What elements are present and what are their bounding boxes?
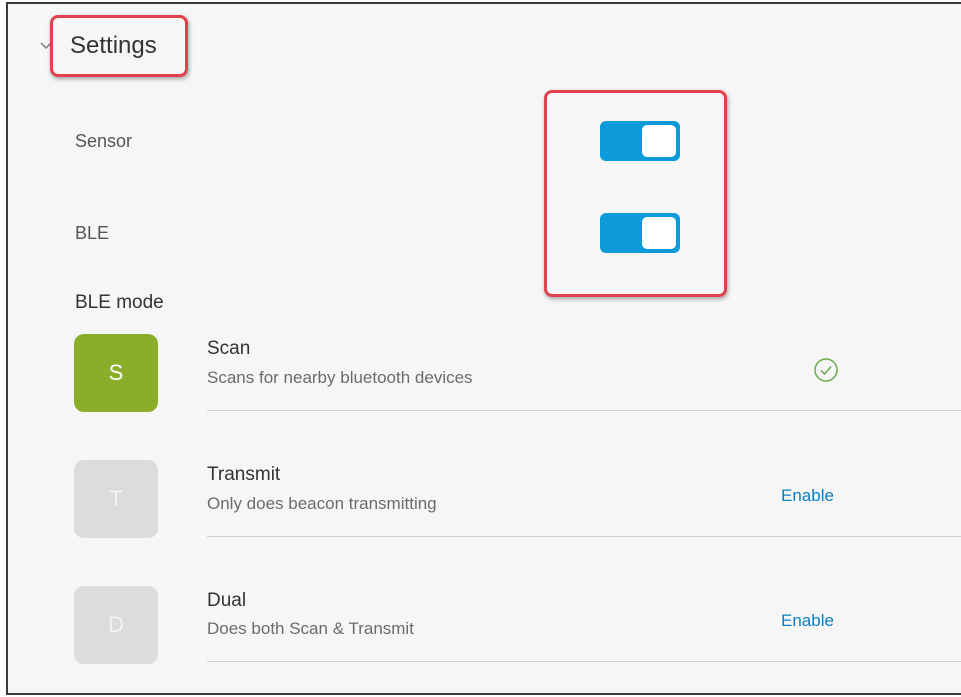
row-divider [207,536,961,537]
mode-name-transmit: Transmit [207,464,281,485]
mode-description-dual: Does both Scan & Transmit [207,619,414,638]
mode-description-transmit: Only does beacon transmitting [207,494,437,513]
mode-avatar-dual: D [74,586,158,664]
ble-mode-heading: BLE mode [75,292,164,313]
row-divider [207,410,961,411]
toggle-knob [642,125,676,157]
row-divider [207,661,961,662]
section-title[interactable]: Settings [70,31,157,61]
mode-name-dual: Dual [207,590,247,611]
ble-label: BLE [75,223,110,243]
mode-name-scan: Scan [207,338,251,359]
check-circle-icon [813,357,839,383]
toggle-knob [642,217,676,249]
settings-panel: Settings Sensor BLE BLE mode S Scan Scan… [6,2,961,695]
enable-dual-link[interactable]: Enable [781,611,834,631]
ble-toggle[interactable] [600,213,680,253]
enable-transmit-link[interactable]: Enable [781,486,834,506]
chevron-down-icon[interactable] [38,37,54,53]
sensor-label: Sensor [75,131,133,151]
mode-avatar-scan: S [74,334,158,412]
sensor-toggle[interactable] [600,121,680,161]
mode-description-scan: Scans for nearby bluetooth devices [207,368,473,387]
mode-avatar-transmit: T [74,460,158,538]
